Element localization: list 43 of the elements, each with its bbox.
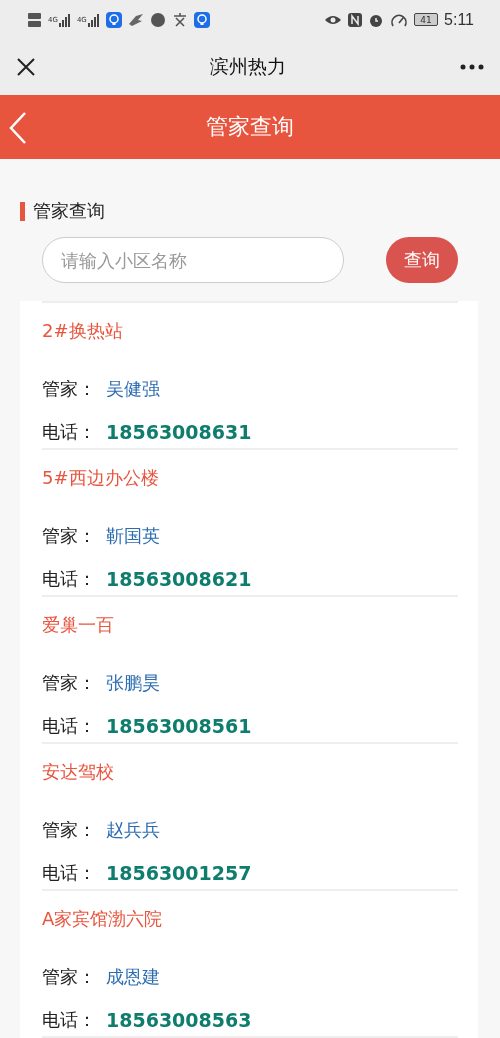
phone-number: 18563008621 [106, 567, 252, 591]
phone-number: 18563008631 [106, 420, 252, 444]
bulb-icon [193, 11, 210, 28]
phone-number: 18563008561 [106, 714, 252, 738]
community-name: 2#换热站 [42, 319, 124, 343]
manager-name: 张鹏昊 [106, 671, 160, 695]
signal-icon [58, 11, 71, 28]
section-marker [20, 201, 25, 221]
signal-icon [87, 11, 100, 28]
phone-label: 电话： [42, 714, 97, 738]
phone-number: 18563008563 [106, 1008, 252, 1032]
clock-time: 5:11 [444, 10, 474, 29]
window-title: 滨州热力 [210, 54, 286, 80]
translate-icon [171, 11, 188, 28]
page-title: 管家查询 [206, 113, 294, 142]
manager-name: 赵兵兵 [106, 818, 160, 842]
nfc-icon [348, 11, 363, 28]
manager-label: 管家： [42, 377, 97, 401]
community-name: 5#西边办公楼 [42, 466, 160, 490]
back-icon[interactable] [8, 111, 28, 146]
sim-card-icon [28, 11, 42, 28]
section-title: 管家查询 [33, 199, 105, 223]
community-name: A家宾馆渤六院 [42, 907, 164, 931]
phone-label: 电话： [42, 1008, 97, 1032]
battery-level: 41 [414, 13, 439, 27]
search-button[interactable]: 查询 [386, 237, 458, 283]
manager-name: 吴健强 [106, 377, 160, 401]
search-field[interactable]: 请输入小区名称 [42, 237, 344, 283]
community-name: 安达驾校 [42, 760, 115, 784]
manager-label: 管家： [42, 818, 97, 842]
bulb-icon [105, 11, 122, 28]
more-icon[interactable] [460, 64, 484, 71]
manager-name: 靳国英 [106, 524, 160, 548]
manager-name: 成恩建 [106, 965, 160, 989]
community-name: 爱巢一百 [42, 613, 115, 637]
manager-label: 管家： [42, 671, 97, 695]
phone-label: 电话： [42, 420, 97, 444]
phone-label: 电话： [42, 861, 97, 885]
phone-number: 18563001257 [106, 861, 252, 885]
manager-label: 管家： [42, 524, 97, 548]
close-icon[interactable] [16, 57, 36, 78]
manager-label: 管家： [42, 965, 97, 989]
phone-label: 电话： [42, 567, 97, 591]
